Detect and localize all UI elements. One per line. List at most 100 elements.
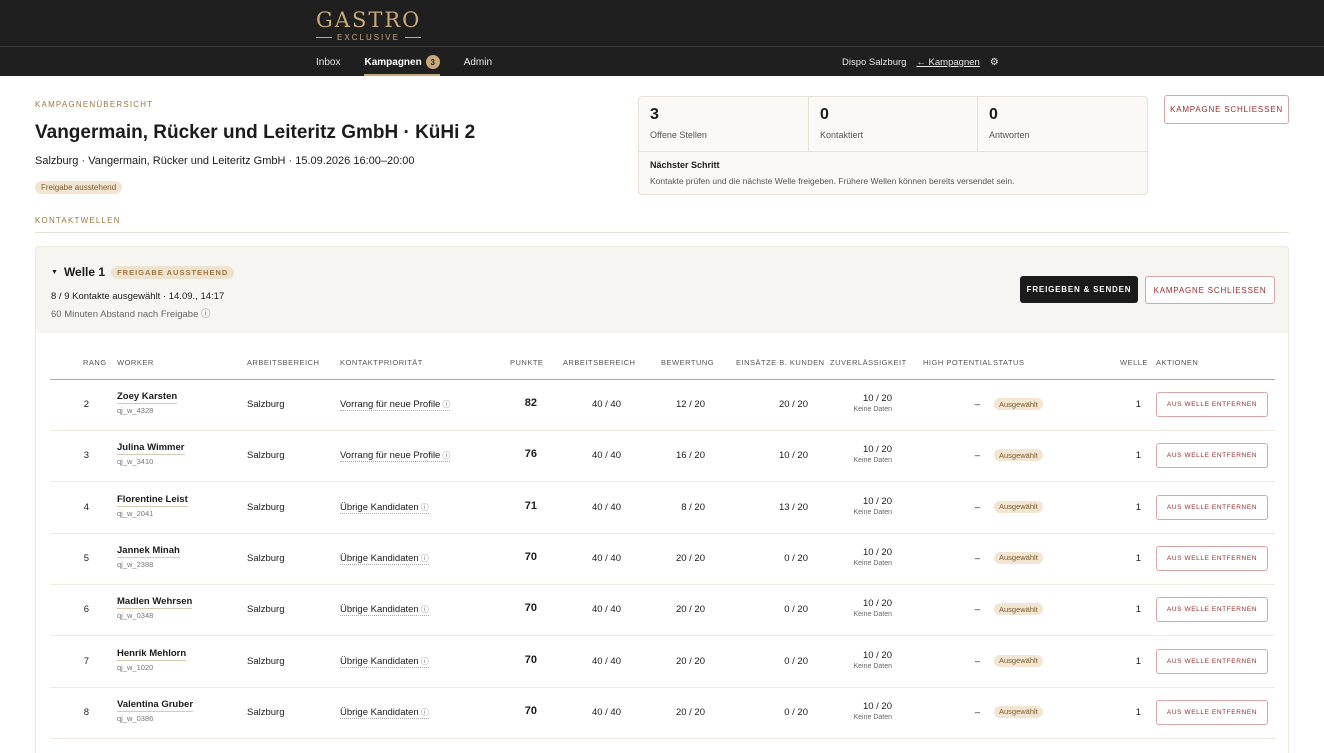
status-cell: Ausgewählt [994,705,1043,718]
column-header-worker[interactable]: WORKER [117,358,154,367]
stat-open-positions: 3 Offene Stellen [639,97,809,151]
no-data-note: Keine Daten [853,713,892,721]
priority-cell[interactable]: Übrige Kandidaten ⓘ [340,501,429,514]
priority-label: Vorrang für neue Profile [340,450,441,462]
info-icon[interactable]: ⓘ [421,605,429,614]
stat-value: 3 [650,106,659,123]
table-row: 2 Zoey Karsten qj_w_4328 Salzburg Vorrang fü… [50,380,1275,431]
wave-interval-info: 60 Minuten Abstand nach Freigabe ⓘ [51,309,211,320]
reliability-value: 10 / 20 [862,598,892,610]
logo-sub-text: EXCLUSIVE [337,33,400,42]
area-score-cell: 40 / 40 [591,501,621,513]
priority-cell[interactable]: Übrige Kandidaten ⓘ [340,655,429,668]
column-header-area[interactable]: ARBEITSBEREICH [247,358,319,367]
points-cell: 70 [524,602,537,615]
stat-label: Antworten [989,130,1030,140]
wave-title: Welle 1 [63,265,106,279]
status-pill: Ausgewählt [994,398,1043,410]
worker-id: qj_w_3410 [117,457,154,467]
column-header-rank[interactable]: RANG [83,358,107,367]
column-header-status[interactable]: STATUS [993,358,1024,367]
priority-cell[interactable]: Vorrang für neue Profile ⓘ [340,399,451,411]
main-nav: Inbox Kampagnen 3 Admin [316,48,516,76]
rating-cell: 16 / 20 [675,450,705,462]
nav-admin[interactable]: Admin [464,48,492,76]
area-score-cell: 40 / 40 [591,604,621,616]
reliability-cell: 10 / 20 Keine Daten [820,496,892,516]
gastro-exclusive-logo[interactable]: GASTRO EXCLUSIVE [316,6,426,44]
wave-close-campaign-button[interactable]: KAMPAGNE SCHLIESSEN [1145,276,1275,304]
worker-name-link[interactable]: Valentina Gruber [117,698,194,712]
points-cell: 82 [524,397,537,409]
reliability-cell: 10 / 20 Keine Daten [820,547,892,567]
column-header-priority[interactable]: KONTAKTPRIORITÄT [340,358,423,367]
priority-cell[interactable]: Übrige Kandidaten ⓘ [340,604,429,617]
worker-name-link[interactable]: Henrik Mehlorn [117,647,187,661]
info-icon[interactable]: ⓘ [442,451,450,460]
status-pill: Ausgewählt [994,603,1043,616]
wave-cell: 1 [1135,552,1141,564]
info-icon[interactable]: ⓘ [421,554,429,563]
status-cell: Ausgewählt [994,654,1043,667]
worker-name-link[interactable]: Zoey Karsten [117,391,178,404]
worker-name-link[interactable]: Madlen Wehrsen [117,596,193,610]
status-cell: Ausgewählt [994,500,1043,513]
reliability-value: 10 / 20 [862,444,892,456]
remove-from-wave-button[interactable]: AUS WELLE ENTFERNEN [1156,392,1268,417]
reliability-value: 10 / 20 [862,649,892,661]
rank-cell: 2 [83,399,89,410]
back-to-campaigns-link[interactable]: ← Kampagnen [916,57,979,68]
no-data-note: Keine Daten [853,559,892,567]
header-divider [0,46,1324,47]
reliability-value: 10 / 20 [862,393,892,404]
remove-from-wave-button[interactable]: AUS WELLE ENTFERNEN [1156,494,1268,520]
client-assignments-cell: 0 / 20 [784,552,808,564]
column-header-area-score[interactable]: ARBEITSBEREICH [563,358,635,367]
priority-label: Übrige Kandidaten [340,552,419,564]
status-cell: Ausgewählt [994,398,1043,410]
stat-value: 0 [820,106,829,123]
rating-cell: 20 / 20 [675,604,705,616]
rank-cell: 4 [83,501,89,513]
approve-and-send-button[interactable]: FREIGEBEN & SENDEN [1020,276,1138,303]
nav-kampagnen[interactable]: Kampagnen 3 [364,48,440,76]
remove-from-wave-button[interactable]: AUS WELLE ENTFERNEN [1156,443,1268,469]
worker-name-link[interactable]: Jannek Minah [117,544,180,558]
area-cell: Salzburg [247,552,285,564]
worker-name-link[interactable]: Julina Wimmer [117,442,185,456]
info-icon[interactable]: ⓘ [421,708,429,717]
no-data-note: Keine Daten [853,611,892,619]
column-header-wave[interactable]: WELLE [1120,358,1148,367]
worker-id: qj_w_0348 [117,611,154,621]
column-header-reliability[interactable]: ZUVERLÄSSIGKEIT [830,358,907,367]
remove-from-wave-button[interactable]: AUS WELLE ENTFERNEN [1156,699,1268,725]
wave-cell: 1 [1135,706,1141,718]
area-cell: Salzburg [247,655,285,667]
info-icon[interactable]: ⓘ [421,503,429,512]
worker-id: qj_w_1020 [117,662,154,672]
remove-from-wave-button[interactable]: AUS WELLE ENTFERNEN [1156,545,1268,571]
column-header-points[interactable]: PUNKTE [510,358,543,367]
info-icon[interactable]: ⓘ [421,657,429,666]
priority-cell[interactable]: Vorrang für neue Profile ⓘ [340,450,451,463]
gear-icon[interactable]: ⚙ [990,57,999,68]
remove-from-wave-button[interactable]: AUS WELLE ENTFERNEN [1156,648,1268,674]
column-header-high-potential[interactable]: HIGH POTENTIAL [923,358,993,367]
priority-cell[interactable]: Übrige Kandidaten ⓘ [340,706,429,719]
wave-header[interactable]: ▼ Welle 1 FREIGABE AUSSTEHEND [51,265,235,279]
column-header-actions: AKTIONEN [1156,358,1199,367]
wave-card: ▼ Welle 1 FREIGABE AUSSTEHEND 8 / 9 Kont… [35,246,1289,753]
chevron-down-icon[interactable]: ▼ [51,269,58,276]
worker-id: qj_w_2041 [117,508,154,518]
info-icon[interactable]: ⓘ [442,400,450,409]
priority-cell[interactable]: Übrige Kandidaten ⓘ [340,552,429,565]
remove-from-wave-button[interactable]: AUS WELLE ENTFERNEN [1156,597,1268,623]
close-campaign-button[interactable]: KAMPAGNE SCHLIESSEN [1164,95,1289,124]
area-score-cell: 40 / 40 [591,706,621,718]
area-score-cell: 40 / 40 [591,450,621,462]
column-header-client-assignments[interactable]: EINSÄTZE B. KUNDEN [736,358,825,367]
column-header-rating[interactable]: BEWERTUNG [661,358,714,367]
nav-inbox[interactable]: Inbox [316,48,340,76]
table-row: 7 Henrik Mehlorn qj_w_1020 Salzburg Übrige K… [50,637,1275,688]
worker-name-link[interactable]: Florentine Leist [117,493,188,507]
